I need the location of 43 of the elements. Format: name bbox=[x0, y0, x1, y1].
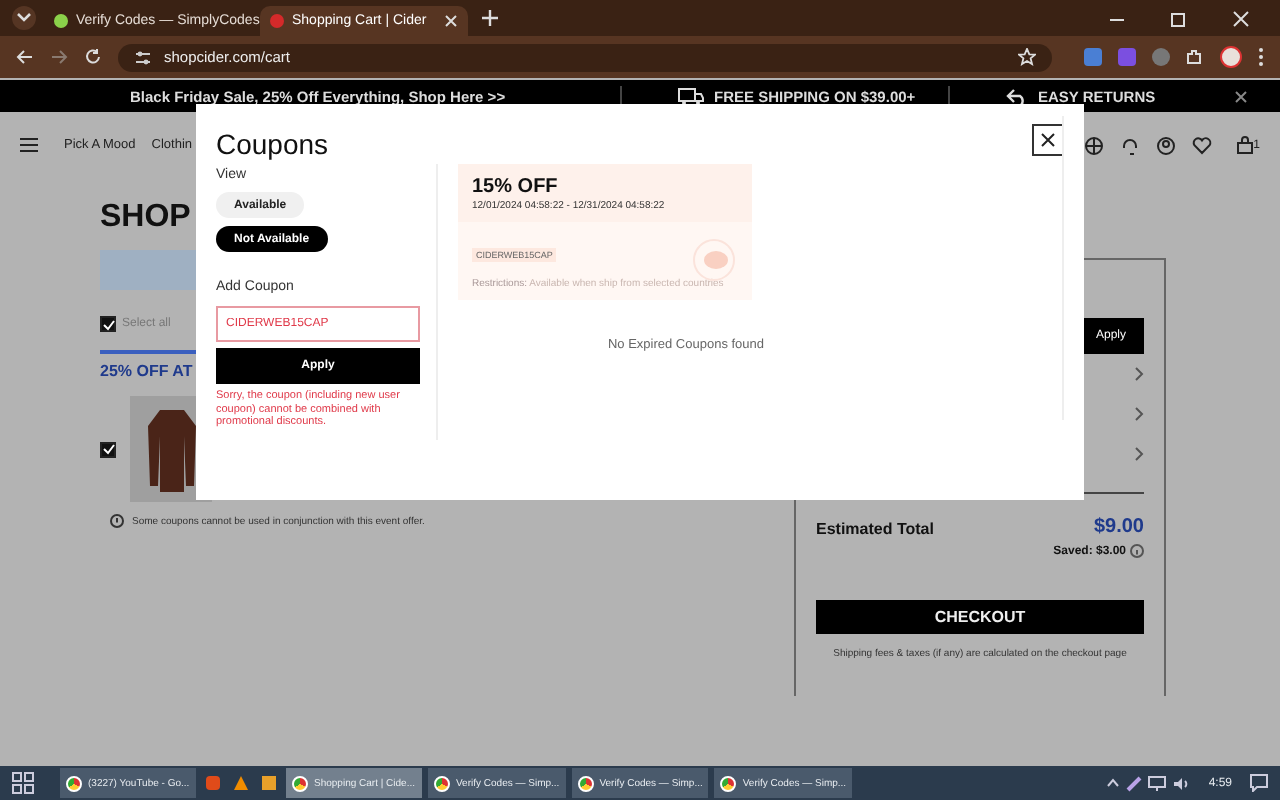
select-all-checkbox[interactable] bbox=[100, 316, 116, 332]
heart-icon[interactable] bbox=[1191, 135, 1212, 155]
notice-banner bbox=[100, 250, 196, 290]
account-icon[interactable] bbox=[1155, 135, 1176, 155]
estimated-total-label: Estimated Total bbox=[816, 520, 934, 538]
reload-icon[interactable] bbox=[84, 48, 102, 66]
info-icon bbox=[110, 514, 124, 528]
info-icon bbox=[1130, 544, 1144, 558]
bag-icon[interactable] bbox=[1235, 136, 1254, 154]
close-icon[interactable] bbox=[1234, 89, 1248, 103]
chevron-right-icon[interactable] bbox=[1134, 366, 1144, 382]
item-checkbox[interactable] bbox=[100, 441, 116, 457]
forward-icon[interactable] bbox=[50, 48, 68, 66]
dialog-title: Coupons bbox=[216, 128, 329, 160]
discount-text: 15% OFF bbox=[472, 176, 560, 198]
stamp-icon bbox=[692, 238, 736, 282]
pen-icon[interactable] bbox=[1126, 775, 1143, 791]
checkout-button[interactable]: CHECKOUT bbox=[816, 600, 1144, 634]
new-tab-icon[interactable] bbox=[476, 10, 504, 26]
tab-list-icon[interactable] bbox=[12, 6, 36, 30]
notification-icon[interactable] bbox=[1250, 774, 1268, 792]
close-button[interactable] bbox=[1032, 124, 1064, 156]
bookmark-star-icon[interactable] bbox=[1018, 48, 1036, 66]
chevron-right-icon[interactable] bbox=[1134, 446, 1144, 462]
cone-app-icon[interactable] bbox=[234, 776, 248, 790]
total-amount: $9.00 bbox=[1093, 516, 1144, 538]
puzzle-icon[interactable] bbox=[1186, 48, 1204, 66]
headset-icon[interactable] bbox=[1119, 135, 1140, 155]
globe-icon[interactable] bbox=[1083, 135, 1104, 155]
back-icon[interactable] bbox=[16, 48, 34, 66]
return-arrow-icon bbox=[1006, 87, 1028, 105]
speaker-icon[interactable] bbox=[1172, 775, 1191, 791]
task-view-icon[interactable] bbox=[12, 772, 34, 794]
network-icon[interactable] bbox=[1148, 775, 1167, 791]
more-icon[interactable] bbox=[1258, 48, 1264, 66]
truck-icon bbox=[678, 87, 704, 105]
site-settings-icon[interactable] bbox=[134, 49, 152, 65]
page-title: SHOP bbox=[100, 200, 191, 238]
chevron-right-icon[interactable] bbox=[1134, 406, 1144, 422]
profile-avatar[interactable] bbox=[1220, 46, 1242, 68]
chevron-up-icon[interactable] bbox=[1106, 778, 1121, 788]
menu-icon[interactable] bbox=[20, 138, 38, 152]
close-icon[interactable] bbox=[1040, 132, 1056, 148]
